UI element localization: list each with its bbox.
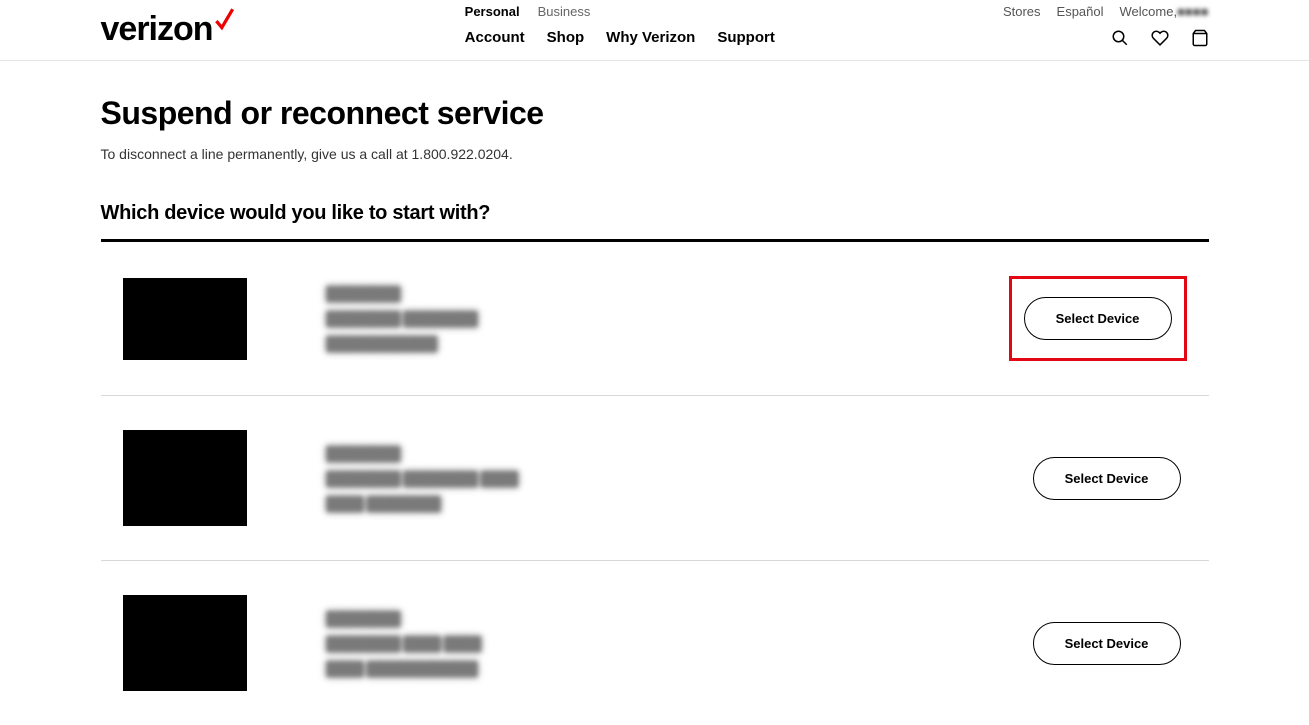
device-details: ████ ████████████ <box>327 661 947 676</box>
select-device-button[interactable]: Select Device <box>1033 622 1181 665</box>
device-list: ████████ ████████ ████████ ████████████ … <box>101 242 1209 725</box>
select-device-highlight: Select Device <box>1009 276 1187 361</box>
device-thumbnail <box>123 595 247 691</box>
welcome-username: ■■■■ <box>1177 4 1208 19</box>
link-welcome[interactable]: Welcome,■■■■ <box>1120 4 1209 19</box>
device-model: ████████ ████████ <box>327 311 929 326</box>
select-device-wrap: Select Device <box>1027 616 1187 671</box>
link-stores[interactable]: Stores <box>1003 4 1041 19</box>
device-line-number: ████████ <box>327 611 947 626</box>
device-details: ████████████ <box>327 336 929 351</box>
nav-shop[interactable]: Shop <box>547 29 585 46</box>
device-thumbnail <box>123 430 247 526</box>
section-question: Which device would you like to start wit… <box>101 202 1209 242</box>
device-info: ████████ ████████ ████████ ████ ████ ███… <box>327 446 947 511</box>
device-line-number: ████████ <box>327 286 929 301</box>
tab-business[interactable]: Business <box>538 4 591 19</box>
device-details: ████ ████████ <box>327 496 947 511</box>
nav-support[interactable]: Support <box>717 29 775 46</box>
nav-account[interactable]: Account <box>465 29 525 46</box>
welcome-prefix: Welcome, <box>1120 4 1178 19</box>
device-model: ████████ ████████ ████ <box>327 471 947 486</box>
search-icon[interactable] <box>1111 29 1129 47</box>
device-info: ████████ ████████ ████████ ████████████ <box>327 286 929 351</box>
cart-icon[interactable] <box>1191 29 1209 47</box>
logo-check-icon <box>211 7 237 40</box>
device-row: ████████ ████████ ████ ████ ████ ███████… <box>101 561 1209 725</box>
select-device-wrap: Select Device <box>1027 451 1187 506</box>
device-info: ████████ ████████ ████ ████ ████ ███████… <box>327 611 947 676</box>
page-title: Suspend or reconnect service <box>101 95 1209 132</box>
device-row: ████████ ████████ ████████ ████ ████ ███… <box>101 396 1209 561</box>
device-model: ████████ ████ ████ <box>327 636 947 651</box>
select-device-button[interactable]: Select Device <box>1033 457 1181 500</box>
logo-text: verizon <box>101 10 213 49</box>
device-line-number: ████████ <box>327 446 947 461</box>
page-subtitle: To disconnect a line permanently, give u… <box>101 146 1209 162</box>
heart-icon[interactable] <box>1151 29 1169 47</box>
select-device-button[interactable]: Select Device <box>1024 297 1172 340</box>
device-row: ████████ ████████ ████████ ████████████ … <box>101 242 1209 396</box>
link-espanol[interactable]: Español <box>1057 4 1104 19</box>
device-thumbnail <box>123 278 247 360</box>
tab-personal[interactable]: Personal <box>465 4 520 19</box>
logo[interactable]: verizon <box>101 0 237 49</box>
nav-why-verizon[interactable]: Why Verizon <box>606 29 695 46</box>
